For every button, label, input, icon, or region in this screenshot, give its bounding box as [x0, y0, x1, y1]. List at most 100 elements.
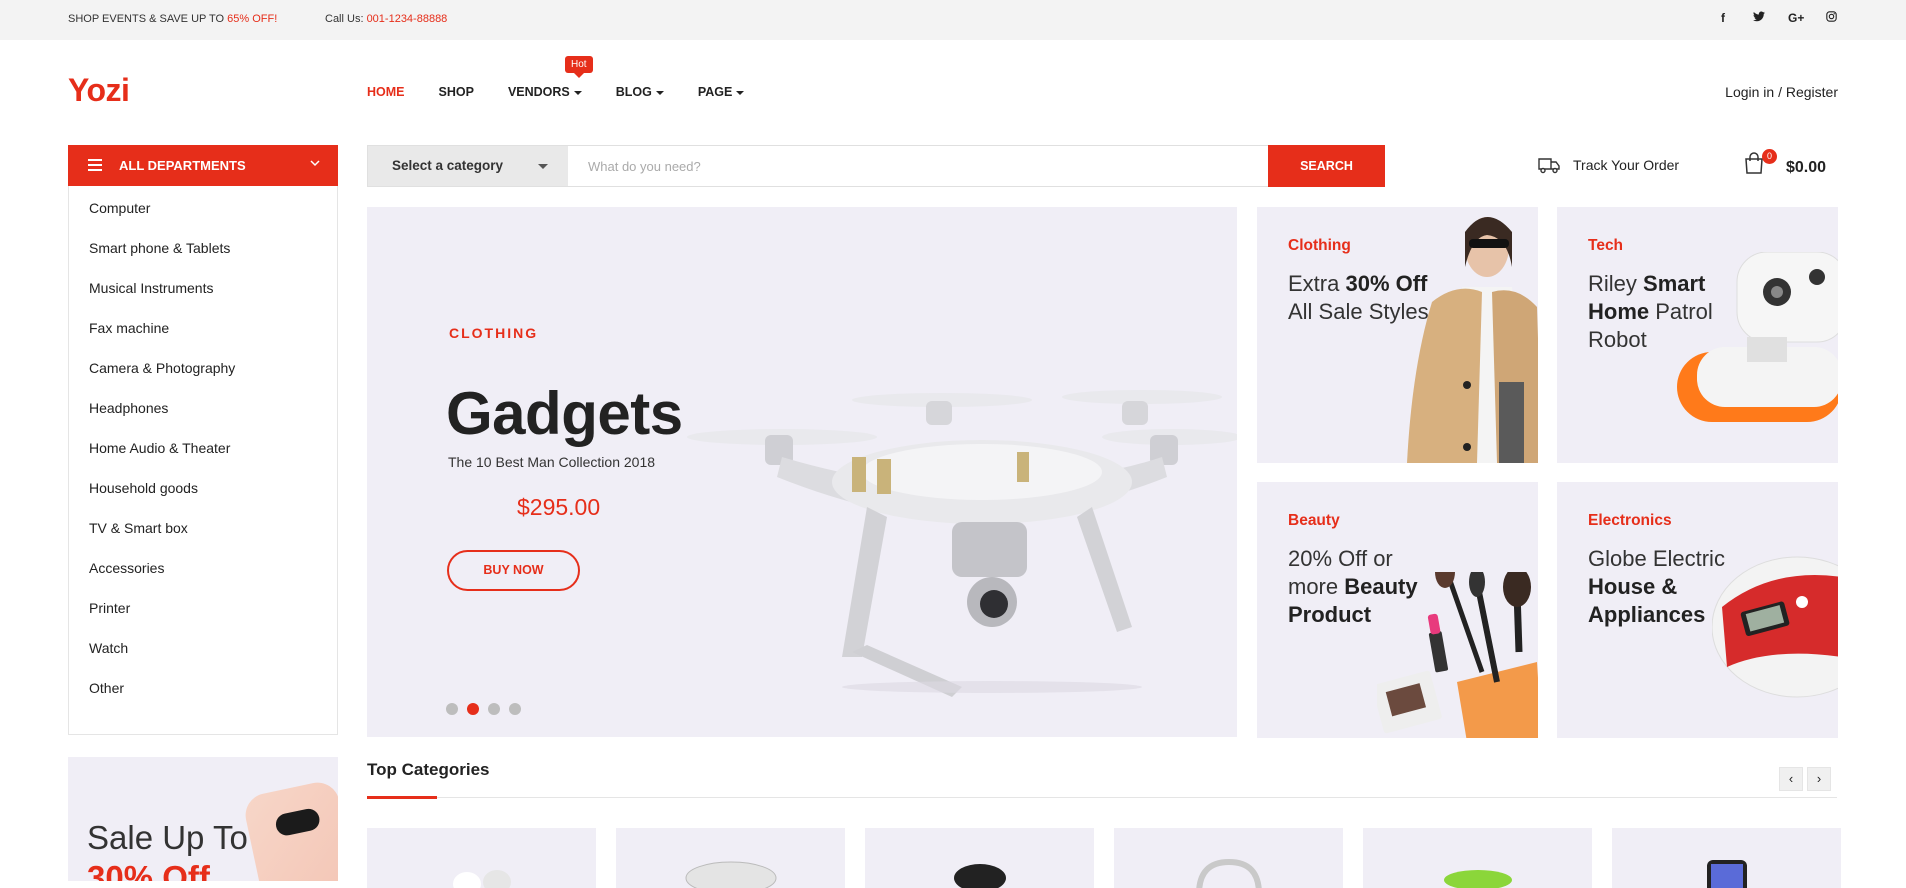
- nav-page[interactable]: PAGE: [698, 85, 745, 99]
- all-departments-label: ALL DEPARTMENTS: [119, 158, 246, 173]
- department-item[interactable]: Musical Instruments: [69, 268, 337, 308]
- cart-button[interactable]: 0: [1742, 149, 1777, 179]
- call-number[interactable]: 001-1234-88888: [367, 13, 448, 25]
- earbuds-image: [452, 870, 511, 888]
- call-label: Call Us:: [325, 13, 367, 25]
- category-card[interactable]: [1363, 828, 1592, 888]
- tile-text-a: Globe Electric: [1588, 546, 1725, 571]
- search-bar: Select a category SEARCH: [367, 145, 1385, 187]
- social-links: f G+: [1716, 11, 1838, 25]
- chevron-down-icon: [655, 90, 664, 95]
- tile-text-a: Extra: [1288, 271, 1346, 296]
- category-card[interactable]: [1612, 828, 1841, 888]
- slider-dot[interactable]: [509, 703, 521, 715]
- cart-total: $0.00: [1786, 159, 1827, 176]
- department-item[interactable]: TV & Smart box: [69, 508, 337, 548]
- slider-dot[interactable]: [446, 703, 458, 715]
- department-item[interactable]: Home Audio & Theater: [69, 428, 337, 468]
- tile-category: Beauty: [1288, 512, 1340, 529]
- sale-banner-line1: Sale Up To: [87, 819, 248, 856]
- sale-banner-line2: 30% Off: [87, 859, 210, 881]
- department-item[interactable]: Computer: [69, 188, 337, 228]
- category-card[interactable]: [367, 828, 596, 888]
- woman-coat-image: [1387, 207, 1538, 463]
- promo-tile-tech[interactable]: Tech Riley Smart Home Patrol Robot: [1557, 207, 1838, 463]
- all-departments-toggle[interactable]: ALL DEPARTMENTS: [68, 145, 338, 186]
- tile-category: Electronics: [1588, 512, 1672, 529]
- track-order-label: Track Your Order: [1573, 157, 1680, 173]
- chevron-down-icon: [573, 90, 582, 95]
- tile-text-a: Riley: [1588, 271, 1644, 296]
- top-bar: SHOP EVENTS & SAVE UP TO 65% OFF! Call U…: [0, 0, 1906, 40]
- slider-dot[interactable]: [488, 703, 500, 715]
- category-card[interactable]: [616, 828, 845, 888]
- login-register-link[interactable]: Login in / Register: [1725, 84, 1838, 100]
- department-item[interactable]: Other: [69, 668, 337, 708]
- rice-cooker-image: [1711, 547, 1838, 720]
- nav-blog[interactable]: BLOG: [616, 85, 664, 99]
- promo-highlight: 65% OFF!: [227, 13, 278, 25]
- nav-shop[interactable]: SHOP: [439, 85, 474, 99]
- truck-icon: [1537, 156, 1561, 174]
- carousel-next-button[interactable]: ›: [1807, 767, 1831, 791]
- nav-vendors[interactable]: VENDORS: [508, 85, 582, 99]
- makeup-image: [1372, 556, 1538, 738]
- facebook-icon[interactable]: f: [1716, 11, 1730, 25]
- tile-text-bold: House & Appliances: [1588, 574, 1706, 627]
- promo-label: SHOP EVENTS & SAVE UP TO: [68, 13, 228, 25]
- slider-dot-active[interactable]: [467, 703, 479, 715]
- tile-category: Tech: [1588, 237, 1624, 254]
- search-button[interactable]: SEARCH: [1268, 145, 1385, 187]
- chevron-down-icon: [538, 164, 548, 169]
- top-categories-heading: Top Categories: [367, 760, 490, 779]
- phone-image: [1706, 860, 1747, 888]
- instagram-icon[interactable]: [1824, 11, 1838, 25]
- category-card[interactable]: [865, 828, 1094, 888]
- department-item[interactable]: Printer: [69, 588, 337, 628]
- departments-list: Computer Smart phone & Tablets Musical I…: [68, 186, 338, 735]
- headphones-image: [1195, 858, 1262, 888]
- drone-image: [622, 307, 1237, 700]
- main-nav: HOME SHOP VENDORS BLOG PAGE: [367, 85, 778, 99]
- hero-slider: CLOTHING Gadgets The 10 Best Man Collect…: [367, 207, 1237, 737]
- speaker-image: [685, 861, 776, 888]
- department-item[interactable]: Fax machine: [69, 308, 337, 348]
- cart-icon: [1742, 152, 1766, 179]
- slider-dots: [446, 703, 521, 715]
- heading-accent: [367, 796, 437, 799]
- promo-tile-electronics[interactable]: Electronics Globe Electric House & Appli…: [1557, 482, 1838, 738]
- department-item[interactable]: Camera & Photography: [69, 348, 337, 388]
- buy-now-button[interactable]: BUY NOW: [447, 550, 580, 591]
- search-input[interactable]: [568, 146, 1268, 186]
- promo-text: SHOP EVENTS & SAVE UP TO 65% OFF!: [68, 13, 277, 25]
- nav-home[interactable]: HOME: [367, 85, 405, 99]
- department-item[interactable]: Watch: [69, 628, 337, 668]
- carousel-prev-button[interactable]: ‹: [1779, 767, 1803, 791]
- category-card[interactable]: [1114, 828, 1343, 888]
- nav-vendors-label: VENDORS: [507, 85, 570, 99]
- call-us: Call Us: 001-1234-88888: [325, 13, 447, 25]
- nav-page-label: PAGE: [697, 85, 733, 99]
- department-item[interactable]: Accessories: [69, 548, 337, 588]
- toy-image: [1443, 870, 1512, 888]
- site-logo[interactable]: Yozi: [68, 72, 130, 109]
- hamburger-icon: [88, 158, 102, 174]
- hero-eyebrow: CLOTHING: [449, 325, 539, 341]
- robot-image: [1677, 251, 1838, 445]
- track-order-link[interactable]: Track Your Order: [1537, 156, 1679, 174]
- nav-blog-label: BLOG: [615, 85, 652, 99]
- cart-count-badge: 0: [1762, 149, 1777, 164]
- department-item[interactable]: Headphones: [69, 388, 337, 428]
- twitter-icon[interactable]: [1752, 11, 1766, 25]
- promo-tile-beauty[interactable]: Beauty 20% Off or more Beauty Product: [1257, 482, 1538, 738]
- google-plus-icon[interactable]: G+: [1788, 11, 1804, 25]
- hot-badge: Hot: [565, 56, 593, 78]
- department-item[interactable]: Smart phone & Tablets: [69, 228, 337, 268]
- divider: [367, 797, 1837, 798]
- chevron-down-icon: [736, 90, 745, 95]
- promo-tile-clothing[interactable]: Clothing Extra 30% Off All Sale Styles: [1257, 207, 1538, 463]
- sale-banner[interactable]: Sale Up To 30% Off: [68, 757, 338, 881]
- category-select[interactable]: Select a category: [368, 146, 568, 186]
- department-item[interactable]: Household goods: [69, 468, 337, 508]
- hero-price: $295.00: [517, 494, 601, 520]
